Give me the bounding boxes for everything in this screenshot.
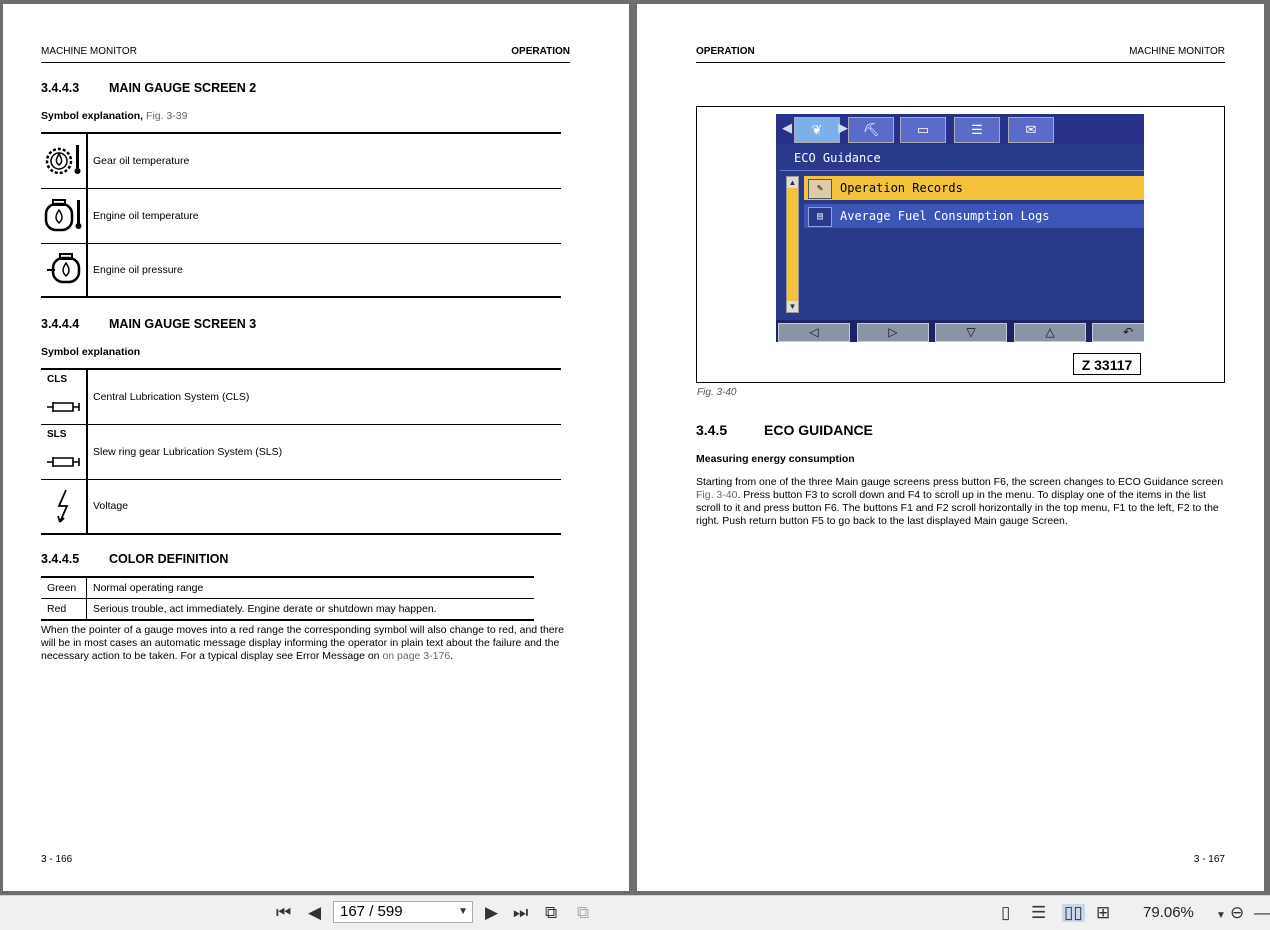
gear-oil-temp-icon [41,133,88,188]
figure-link[interactable]: Fig. 3-39 [146,110,187,122]
header-rule [41,62,570,63]
tab-left-arrow-icon: ◀ [782,120,792,135]
sls-icon: SLS [41,424,88,479]
zoom-level[interactable]: 79.06% [1143,904,1194,921]
single-page-view-button[interactable]: ▯ [1001,904,1010,922]
section-heading: 3.4.4.5 COLOR DEFINITION [41,552,229,566]
table-cell: Engine oil pressure [93,263,183,276]
subheading: Measuring energy consumption [696,453,855,465]
menu-item-operation-records: ✎ Operation Records [804,176,1144,200]
screen-title: ECO Guidance [794,151,881,165]
header-right: OPERATION [511,46,570,57]
symbol-table-1: Gear oil temperature Engine oil temperat… [41,132,561,298]
body-paragraph: Starting from one of the three Main gaug… [696,476,1224,527]
page-left: MACHINE MONITOR OPERATION 3.4.4.3 MAIN GA… [3,4,629,891]
table-cell: Normal operating range [93,582,204,594]
symbol-table-2: CLS Central Lubrication System (CLS) SLS… [41,368,561,535]
subheading: Symbol explanation, Fig. 3-39 [41,110,188,122]
table-cell: Red [41,598,87,620]
color-table: Green Normal operating range Red Serious… [41,576,534,621]
go-forward-view-button[interactable]: ⧉ [577,904,589,922]
table-row: Voltage [41,479,561,534]
subheading: Symbol explanation [41,346,141,358]
page-number-input[interactable]: 167 / 599 ▼ [333,901,473,923]
go-back-view-button[interactable]: ⧉ [545,904,557,922]
menu-item-fuel-logs: ▤ Average Fuel Consumption Logs [804,204,1144,228]
tab-bar: ◀ ❦ ▶ ⛏ ▭ ☰ ✉ [776,114,1144,144]
table-row: CLS Central Lubrication System (CLS) [41,369,561,424]
fuel-log-icon: ▤ [808,206,832,227]
f4-up-icon: △ [1014,323,1086,342]
menu-scrollbar: ▲ ▼ [786,176,799,313]
next-page-button[interactable]: ▶ [485,904,498,922]
f5-return-icon: ↶ [1092,323,1144,342]
engine-oil-pressure-icon [41,243,88,297]
header-right: MACHINE MONITOR [1129,46,1225,57]
zoom-dropdown-icon[interactable]: ▼ [1216,907,1226,925]
document-viewport[interactable]: MACHINE MONITOR OPERATION 3.4.4.3 MAIN GA… [0,0,1270,895]
page-number: 3 - 167 [1193,854,1225,865]
table-cell: Serious trouble, act immediately. Engine… [93,603,437,615]
header-left: OPERATION [696,46,755,57]
mail-icon: ✉ [1008,117,1054,143]
figure-id: Z 33117 [1073,353,1141,375]
section-heading: 3.4.5 ECO GUIDANCE [696,422,873,438]
tab-right-arrow-icon: ▶ [838,120,848,135]
table-cell: Central Lubrication System (CLS) [93,390,250,403]
table-cell: Slew ring gear Lubrication System (SLS) [93,445,283,458]
leaf-icon: ❦ [794,117,840,143]
function-key-bar: ◁ ▷ ▽ △ ↶ [776,320,1144,342]
table-row: Engine oil temperature [41,188,561,243]
monitor-screen: ◀ ❦ ▶ ⛏ ▭ ☰ ✉ ECO Guidance ▲ ▼ ✎ Operatio… [776,114,1144,342]
excavator-icon: ⛏ [848,117,894,143]
previous-page-button[interactable]: ◀ [308,904,321,922]
page-right: OPERATION MACHINE MONITOR ◀ ❦ ▶ ⛏ ▭ ☰ ✉ … [637,4,1264,891]
scroll-down-icon: ▼ [787,301,798,312]
records-icon: ✎ [808,178,832,199]
page-number: 3 - 166 [41,854,73,865]
last-page-button[interactable]: ⏭ [513,904,528,922]
continuous-view-button[interactable]: ☰ [1031,904,1046,922]
continuous-facing-view-button[interactable]: ⊞ [1096,904,1110,922]
table-cell: Gear oil temperature [93,154,190,167]
section-heading: 3.4.4.4 MAIN GAUGE SCREEN 3 [41,317,257,331]
f2-right-icon: ▷ [857,323,929,342]
cls-icon: CLS [41,369,88,424]
voltage-icon [41,479,88,534]
header-left: MACHINE MONITOR [41,46,137,57]
table-row: Engine oil pressure [41,243,561,297]
first-page-button[interactable]: ⏮ [276,904,291,922]
chevron-down-icon[interactable]: ▼ [458,902,468,922]
zoom-out-button[interactable]: ⊖ [1230,904,1244,922]
section-heading: 3.4.4.3 MAIN GAUGE SCREEN 2 [41,81,257,95]
figure-link[interactable]: Fig. 3-40 [696,489,737,501]
figure-box: ◀ ❦ ▶ ⛏ ▭ ☰ ✉ ECO Guidance ▲ ▼ ✎ Operatio… [696,106,1225,383]
table-row: Green Normal operating range [41,577,534,599]
table-cell: Green [41,577,87,599]
list-icon: ☰ [954,117,1000,143]
table-cell: Voltage [93,500,129,513]
facing-pages-view-button[interactable]: ▯▯ [1062,904,1085,922]
table-row: Gear oil temperature [41,133,561,188]
f3-down-icon: ▽ [935,323,1007,342]
header-rule [696,62,1225,63]
scroll-up-icon: ▲ [787,177,798,188]
viewer-toolbar: ⏮ ◀ 167 / 599 ▼ ▶ ⏭ ⧉ ⧉ ▯ ☰ ▯▯ ⊞ 79.06% … [0,895,1270,930]
page-link[interactable]: on page 3-176 [382,650,450,662]
figure-caption: Fig. 3-40 [697,387,737,398]
zoom-slider[interactable]: — [1254,904,1270,922]
engine-oil-temp-icon [41,188,88,243]
table-row: Red Serious trouble, act immediately. En… [41,598,534,620]
body-paragraph: When the pointer of a gauge moves into a… [41,624,564,662]
f1-left-icon: ◁ [778,323,850,342]
table-cell: Engine oil temperature [93,209,199,222]
monitor-icon: ▭ [900,117,946,143]
table-row: SLS Slew ring gear Lubrication System (S… [41,424,561,479]
